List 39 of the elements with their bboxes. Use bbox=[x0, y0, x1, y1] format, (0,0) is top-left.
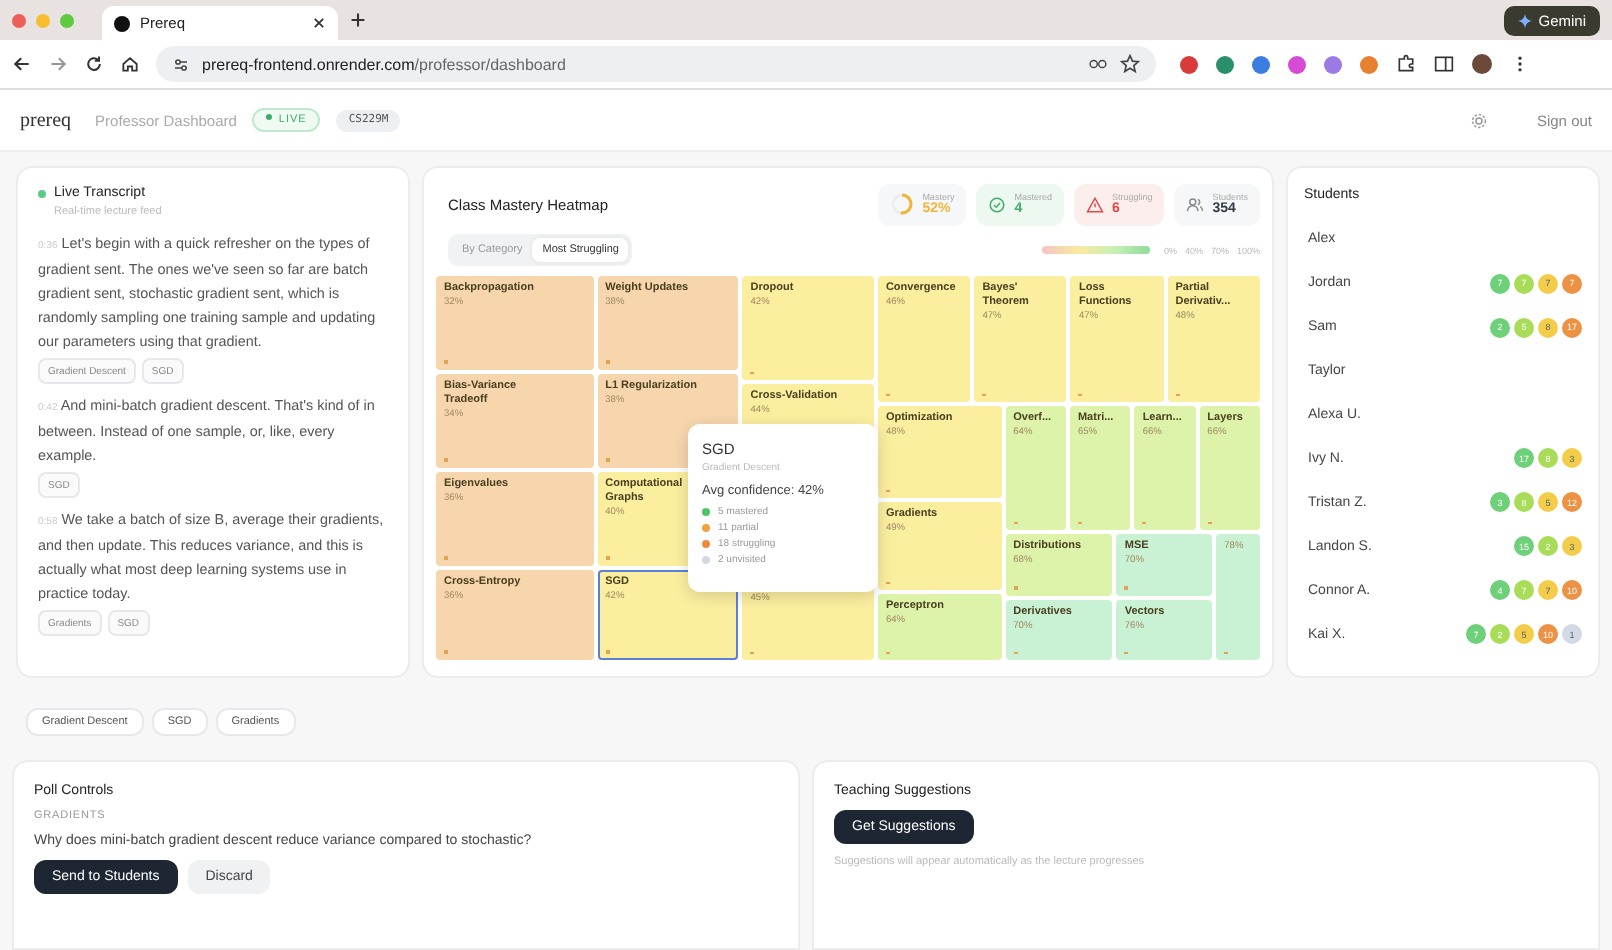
home-icon[interactable] bbox=[120, 54, 140, 74]
marker-icon bbox=[1124, 586, 1129, 589]
marker-icon bbox=[1013, 586, 1018, 589]
address-bar[interactable]: prereq-frontend.onrender.com/professor/dashboard bbox=[156, 46, 1156, 82]
marker-icon bbox=[982, 393, 987, 396]
logo[interactable]: prereq bbox=[20, 109, 72, 131]
url-text: prereq-frontend.onrender.com/professor/dashboard bbox=[202, 55, 566, 73]
marker-icon bbox=[605, 650, 610, 654]
site-settings-icon[interactable] bbox=[172, 55, 190, 73]
back-arrow-icon[interactable] bbox=[12, 54, 32, 74]
sparkle-icon bbox=[1518, 13, 1533, 27]
reload-icon[interactable] bbox=[84, 54, 104, 74]
marker-icon bbox=[605, 458, 610, 462]
legend-gradient-bar bbox=[1041, 246, 1150, 254]
marker-icon bbox=[1224, 651, 1229, 654]
check-circle-icon bbox=[988, 195, 1007, 213]
marker-icon bbox=[444, 556, 448, 560]
live-dot-icon bbox=[38, 189, 46, 197]
marker-icon bbox=[885, 393, 890, 396]
puzzle-icon[interactable] bbox=[1396, 54, 1416, 74]
warning-icon bbox=[1085, 195, 1104, 213]
forward-arrow-icon[interactable] bbox=[48, 54, 68, 74]
sidebar-icon[interactable] bbox=[1434, 54, 1454, 74]
marker-icon bbox=[1077, 521, 1082, 524]
close-icon[interactable] bbox=[312, 16, 326, 30]
marker-icon bbox=[444, 458, 448, 462]
settings-icon[interactable] bbox=[1470, 111, 1489, 129]
marker-icon bbox=[444, 360, 448, 364]
star-icon[interactable] bbox=[1120, 54, 1140, 74]
marker-icon bbox=[605, 556, 610, 560]
plus-icon[interactable] bbox=[350, 12, 366, 28]
marker-icon bbox=[605, 360, 610, 364]
marker-icon bbox=[885, 489, 890, 492]
marker-icon bbox=[885, 581, 890, 585]
marker-icon bbox=[885, 651, 890, 654]
window-controls-icon[interactable] bbox=[12, 13, 74, 27]
people-icon bbox=[1186, 195, 1205, 213]
marker-icon bbox=[444, 650, 448, 654]
profile-avatar[interactable] bbox=[1472, 54, 1492, 74]
